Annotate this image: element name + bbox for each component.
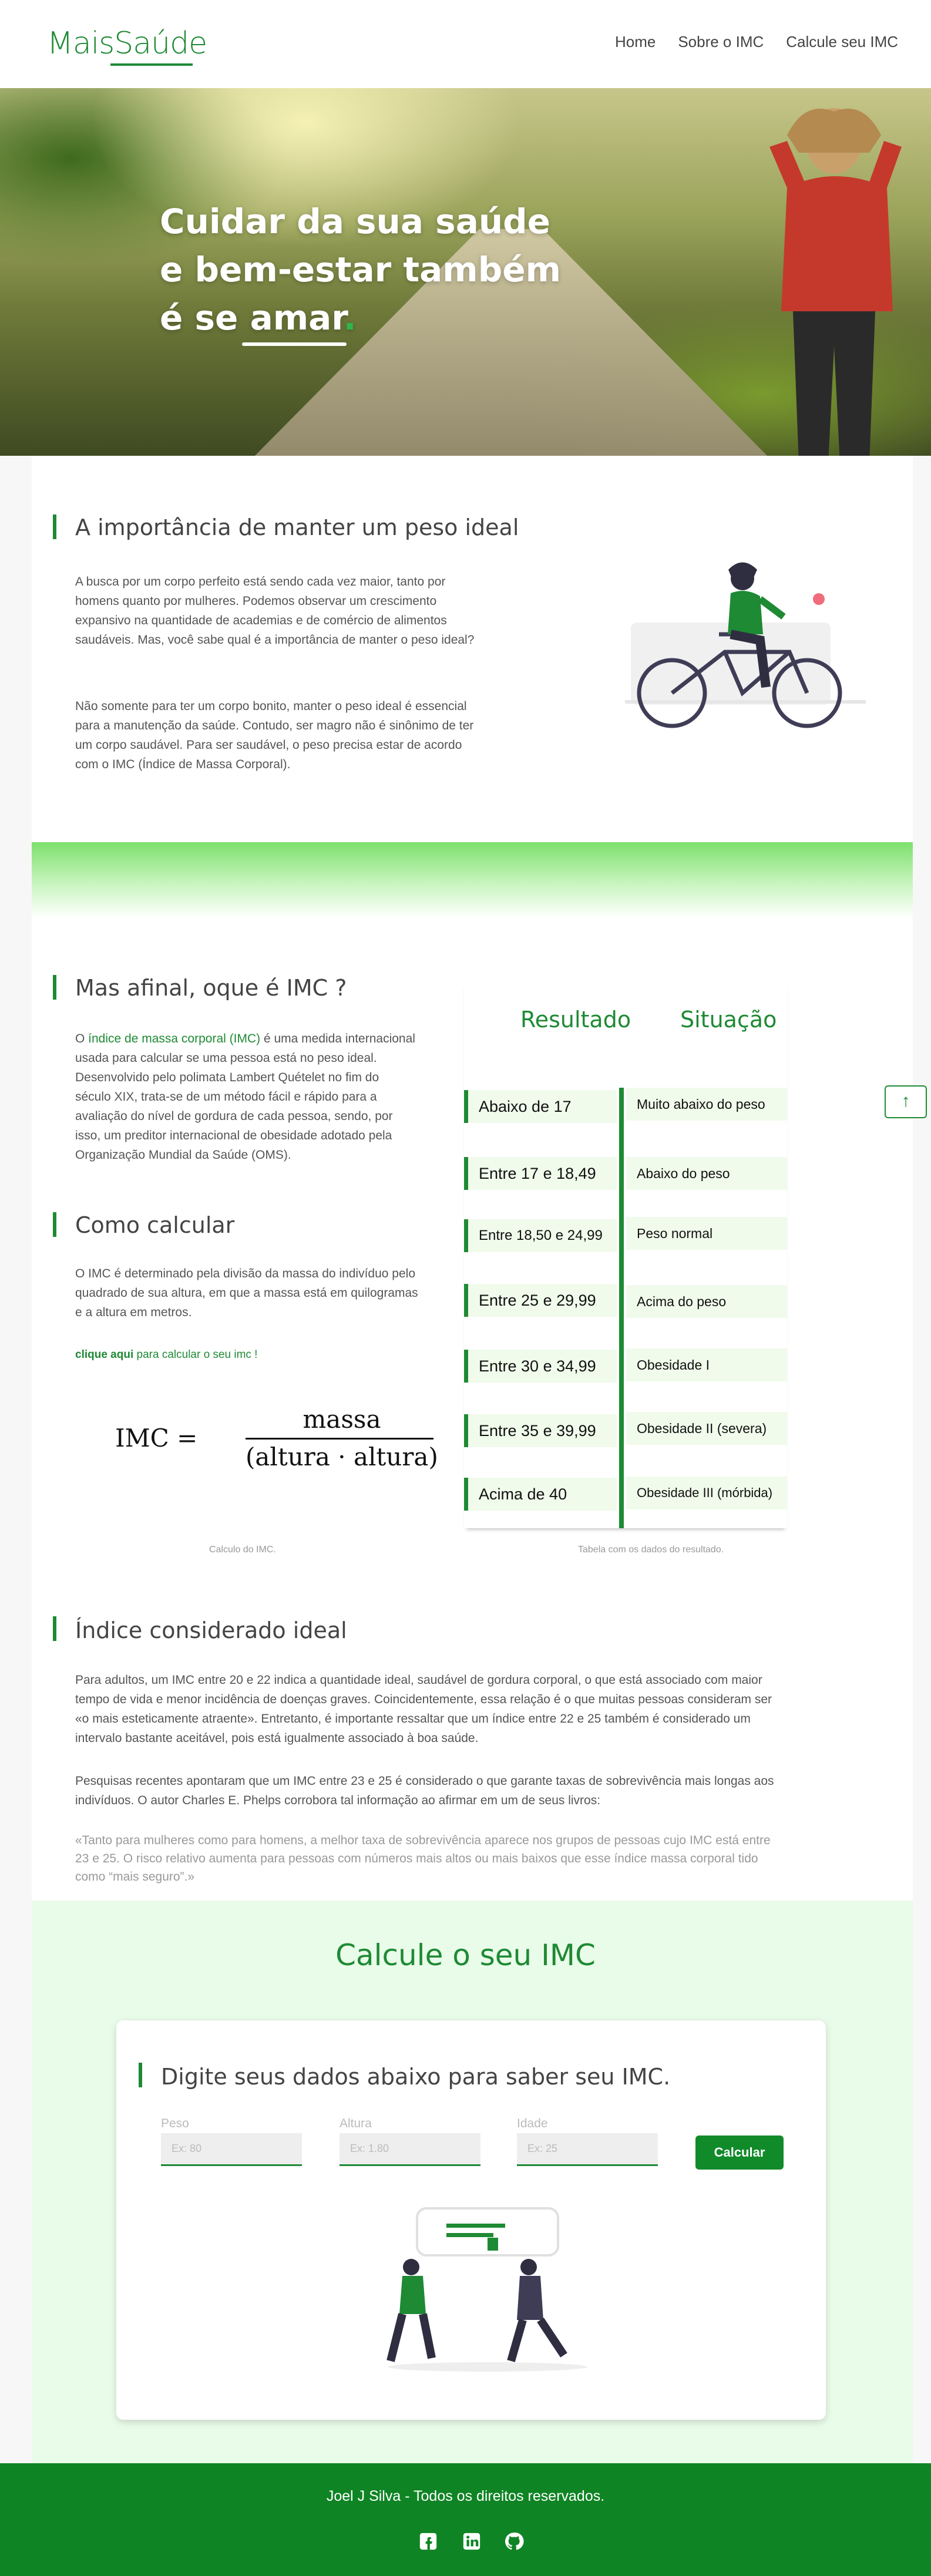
table-head-result: Resultado: [520, 1007, 631, 1033]
bike-illustration: [625, 562, 866, 728]
imc-link[interactable]: índice de massa corporal (IMC): [88, 1032, 260, 1045]
altura-label: Altura: [340, 2117, 372, 2130]
table-row-situation: Obesidade III (mórbida): [626, 1477, 787, 1509]
formula-numerator: massa: [303, 1405, 381, 1434]
hero-line-1: Cuidar da sua saúde: [160, 201, 550, 241]
nav-link-calcule[interactable]: Calcule seu IMC: [786, 33, 898, 51]
facebook-icon[interactable]: [418, 2531, 438, 2551]
how-calc-title: Como calcular: [75, 1212, 235, 1238]
section-bar: [53, 1616, 56, 1641]
logo[interactable]: MaisSaúde: [47, 26, 207, 61]
calcular-button[interactable]: Calcular: [695, 2136, 784, 2170]
hero-line-3-prefix: é se: [160, 298, 250, 338]
table-row-result: Entre 18,50 e 24,99: [464, 1219, 617, 1252]
peso-label: Peso: [161, 2117, 189, 2130]
scroll-to-top-button[interactable]: ↑: [885, 1085, 927, 1118]
formula-lhs: IMC =: [115, 1424, 198, 1452]
section-bar: [139, 2063, 142, 2087]
altura-input[interactable]: [340, 2133, 480, 2166]
linkedin-icon[interactable]: [462, 2531, 482, 2551]
hero-amar: amar: [250, 298, 344, 338]
calc-link-rest[interactable]: para calcular o seu imc !: [133, 1348, 258, 1361]
table-row-result: Acima de 40: [464, 1478, 617, 1511]
idade-input[interactable]: [517, 2133, 658, 2166]
hero-dot: .: [343, 298, 357, 338]
formula-denominator: (altura · altura): [246, 1442, 438, 1471]
table-row-result: Entre 17 e 18,49: [464, 1157, 617, 1190]
hero-woman-image: [769, 108, 902, 456]
table-row-result: Entre 30 e 34,99: [464, 1350, 617, 1383]
table-row-result: Entre 35 e 39,99: [464, 1414, 617, 1447]
table-head-situation: Situação: [680, 1007, 777, 1033]
table-row-result: Abaixo de 17: [464, 1090, 617, 1123]
table-row-result: Entre 25 e 29,99: [464, 1284, 617, 1317]
calc-link-strong[interactable]: clique aqui: [75, 1348, 133, 1361]
navbar: MaisSaúde Home Sobre o IMC Calcule seu I…: [0, 0, 931, 88]
importance-title: A importância de manter um peso ideal: [75, 514, 519, 540]
hero-line-3: é se amar.: [160, 294, 561, 342]
section-bar: [53, 1212, 56, 1237]
nav-links: Home Sobre o IMC Calcule seu IMC: [615, 33, 898, 51]
amar-underline: [242, 342, 347, 346]
calc-title: Calcule o seu IMC: [335, 1938, 596, 1972]
what-is-prefix: O: [75, 1032, 89, 1045]
formula-fraction-line: [246, 1438, 433, 1440]
hero-title: Cuidar da sua saúde e bem-estar também é…: [160, 197, 561, 342]
table-row-situation: Obesidade II (severa): [626, 1412, 787, 1445]
ideal-title: Índice considerado ideal: [75, 1617, 347, 1643]
formula-caption: Calculo do IMC.: [209, 1545, 276, 1555]
importance-paragraph-1: A busca por um corpo perfeito está sendo…: [75, 575, 475, 647]
hero-banner: Cuidar da sua saúde e bem-estar também é…: [0, 88, 931, 456]
footer-copyright: Joel J Silva - Todos os direitos reserva…: [326, 2488, 605, 2504]
nav-link-home[interactable]: Home: [615, 33, 656, 51]
table-row-situation: Acima do peso: [626, 1285, 787, 1318]
importance-paragraph-2: Não somente para ter um corpo bonito, ma…: [75, 700, 474, 771]
team-illustration: [386, 2207, 587, 2372]
what-is-paragraph: O índice de massa corporal (IMC) é uma m…: [75, 1029, 416, 1165]
what-is-rest: é uma medida internacional usada para ca…: [75, 1032, 415, 1162]
calc-link[interactable]: clique aqui para calcular o seu imc !: [75, 1345, 257, 1364]
footer: [0, 2463, 931, 2576]
table-row-situation: Muito abaixo do peso: [626, 1088, 787, 1121]
github-icon[interactable]: [504, 2531, 524, 2551]
peso-input[interactable]: [161, 2133, 302, 2166]
section-bar: [53, 514, 56, 539]
section-bar: [53, 975, 56, 1000]
table-column-divider: [619, 1088, 624, 1528]
how-calc-paragraph: O IMC é determinado pela divisão da mass…: [75, 1267, 418, 1319]
nav-link-sobre[interactable]: Sobre o IMC: [678, 33, 764, 51]
green-gradient-band: [32, 842, 913, 919]
table-row-situation: Peso normal: [626, 1217, 787, 1250]
ideal-quote: «Tanto para mulheres como para homens, a…: [75, 1834, 771, 1884]
hero-line-2: e bem-estar também: [160, 250, 562, 290]
ideal-paragraph-2: Pesquisas recentes apontaram que um IMC …: [75, 1774, 774, 1807]
logo-underline: [110, 63, 193, 66]
calc-subtitle: Digite seus dados abaixo para saber seu …: [161, 2064, 671, 2090]
ideal-paragraph-1: Para adultos, um IMC entre 20 e 22 indic…: [75, 1673, 772, 1745]
table-row-situation: Abaixo do peso: [626, 1157, 787, 1190]
what-is-title: Mas afinal, oque é IMC ?: [75, 975, 347, 1001]
table-row-situation: Obesidade I: [626, 1348, 787, 1381]
table-caption: Tabela com os dados do resultado.: [578, 1545, 724, 1555]
idade-label: Idade: [517, 2117, 548, 2130]
